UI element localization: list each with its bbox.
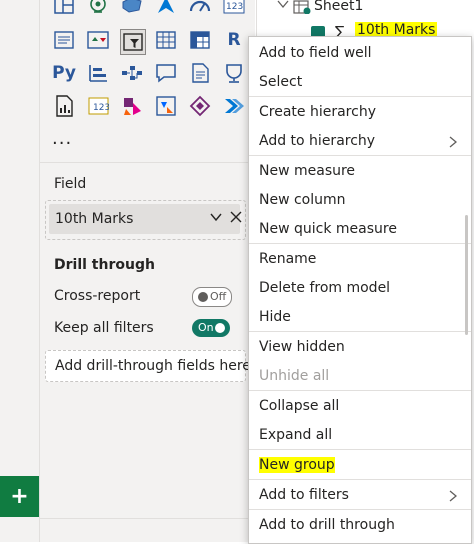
toggle-state-label: Off	[210, 290, 227, 303]
python-visual-icon[interactable]: Py	[52, 62, 76, 84]
menu-separator	[249, 390, 471, 391]
menu-item-label: Expand all	[259, 427, 333, 443]
menu-item-add-to-hierarchy[interactable]: Add to hierarchy	[249, 127, 471, 155]
field-section-label: Field	[54, 176, 87, 192]
cross-report-toggle[interactable]: Off	[192, 287, 232, 307]
menu-item-label: Add to hierarchy	[259, 133, 376, 149]
menu-item-label: Select	[259, 74, 303, 90]
menu-item-new-measure[interactable]: New measure	[249, 157, 471, 185]
menu-item-add-to-field-well[interactable]: Add to field well	[249, 39, 471, 67]
power-automate-icon[interactable]	[154, 95, 178, 117]
menu-separator	[249, 243, 471, 244]
menu-item-label: Delete from model	[259, 280, 391, 296]
keep-filters-toggle[interactable]: On	[192, 319, 230, 337]
menu-separator	[249, 96, 471, 97]
chevron-down-icon[interactable]	[277, 0, 289, 10]
menu-item-delete-from-model[interactable]: Delete from model	[249, 274, 471, 302]
qa-icon[interactable]	[154, 62, 178, 84]
menu-item-label: Add to filters	[259, 487, 349, 503]
more-chevrons-icon[interactable]	[222, 95, 246, 117]
table-icon	[293, 0, 311, 14]
metrics-icon[interactable]: 123	[86, 95, 110, 117]
table-name[interactable]: Sheet1	[314, 0, 363, 14]
matrix-icon[interactable]	[188, 29, 212, 51]
menu-item-label: Collapse all	[259, 398, 340, 414]
menu-item-label: Create hierarchy	[259, 104, 376, 120]
field-chip[interactable]: 10th Marks	[49, 204, 243, 234]
pane-footer-line	[40, 518, 255, 519]
menu-item-select[interactable]: Select	[249, 68, 471, 96]
drill-through-drop-zone[interactable]: Add drill-through fields here	[45, 350, 251, 382]
shape-map-icon[interactable]	[120, 0, 144, 16]
treemap-icon[interactable]	[52, 0, 76, 16]
menu-item-label: New measure	[259, 163, 356, 179]
drill-through-drop-label: Add drill-through fields here	[55, 358, 251, 374]
menu-separator	[249, 509, 471, 510]
menu-separator	[249, 449, 471, 450]
menu-item-new-group[interactable]: New group	[249, 451, 471, 479]
add-page-button[interactable]: +	[0, 476, 39, 517]
field-well[interactable]: 10th Marks	[45, 200, 246, 240]
key-influencers-icon[interactable]	[86, 62, 110, 84]
decomposition-tree-icon[interactable]	[120, 62, 144, 84]
report-icon[interactable]	[52, 95, 76, 117]
toggle-knob	[215, 323, 225, 333]
kpi-icon[interactable]	[86, 29, 110, 51]
multirow-card-icon[interactable]	[52, 29, 76, 51]
menu-separator	[249, 155, 471, 156]
menu-item-label: Rename	[259, 251, 317, 267]
more-visuals-button[interactable]: ...	[52, 128, 72, 149]
menu-item-view-hidden[interactable]: View hidden	[249, 333, 471, 361]
close-icon[interactable]	[229, 210, 243, 224]
narrative-icon[interactable]	[188, 62, 212, 84]
page-tabs-strip	[0, 0, 40, 542]
map-icon[interactable]	[86, 0, 110, 16]
menu-item-new-column[interactable]: New column	[249, 186, 471, 214]
svg-text:123: 123	[93, 103, 109, 113]
cross-report-label: Cross-report	[54, 288, 141, 304]
menu-item-rename[interactable]: Rename	[249, 245, 471, 273]
section-divider	[40, 162, 255, 163]
menu-item-label: Hide	[259, 309, 291, 325]
card-icon[interactable]: 123	[222, 0, 246, 16]
toggle-knob	[198, 292, 208, 302]
r-visual-icon[interactable]: R	[222, 29, 246, 51]
diamond-visual-icon[interactable]	[188, 95, 212, 117]
menu-item-label: New group	[259, 457, 335, 473]
menu-item-create-hierarchy[interactable]: Create hierarchy	[249, 98, 471, 126]
visualizations-pane: 123 R Py 123 ... Field 10th Marks Drill …	[40, 0, 255, 542]
chevron-right-icon	[449, 490, 457, 502]
menu-item-collapse-all[interactable]: Collapse all	[249, 392, 471, 420]
menu-item-label: Unhide all	[259, 368, 330, 384]
slicer-icon[interactable]	[120, 29, 146, 55]
menu-item-add-to-filters[interactable]: Add to filters	[249, 481, 471, 509]
chevron-right-icon	[449, 136, 457, 148]
menu-item-new-quick-measure[interactable]: New quick measure	[249, 215, 471, 243]
field-chip-label: 10th Marks	[55, 211, 134, 227]
context-menu: Add to field well Select Create hierarchy A…	[248, 36, 472, 544]
menu-item-add-to-drill-through[interactable]: Add to drill through	[249, 511, 471, 539]
paginated-report-icon[interactable]	[222, 62, 246, 84]
menu-item-hide[interactable]: Hide	[249, 303, 471, 331]
menu-item-label: Add to drill through	[259, 517, 395, 533]
menu-item-label: New column	[259, 192, 346, 208]
chevron-down-icon[interactable]	[209, 210, 223, 224]
table-icon[interactable]	[154, 29, 178, 51]
menu-item-expand-all[interactable]: Expand all	[249, 421, 471, 449]
svg-text:123: 123	[226, 2, 243, 12]
menu-item-label: View hidden	[259, 339, 345, 355]
menu-item-label: Add to field well	[259, 45, 372, 61]
keep-filters-label: Keep all filters	[54, 320, 154, 336]
menu-separator	[249, 479, 471, 480]
menu-item-unhide-all: Unhide all	[249, 362, 471, 390]
menu-separator	[249, 331, 471, 332]
gauge-icon[interactable]	[188, 0, 212, 16]
power-apps-icon[interactable]	[120, 95, 144, 117]
azure-map-icon[interactable]	[154, 0, 178, 16]
menu-item-label: New quick measure	[259, 221, 397, 237]
toggle-state-label: On	[198, 321, 214, 334]
drill-through-title: Drill through	[54, 257, 155, 273]
menu-scrollbar[interactable]	[465, 215, 468, 335]
